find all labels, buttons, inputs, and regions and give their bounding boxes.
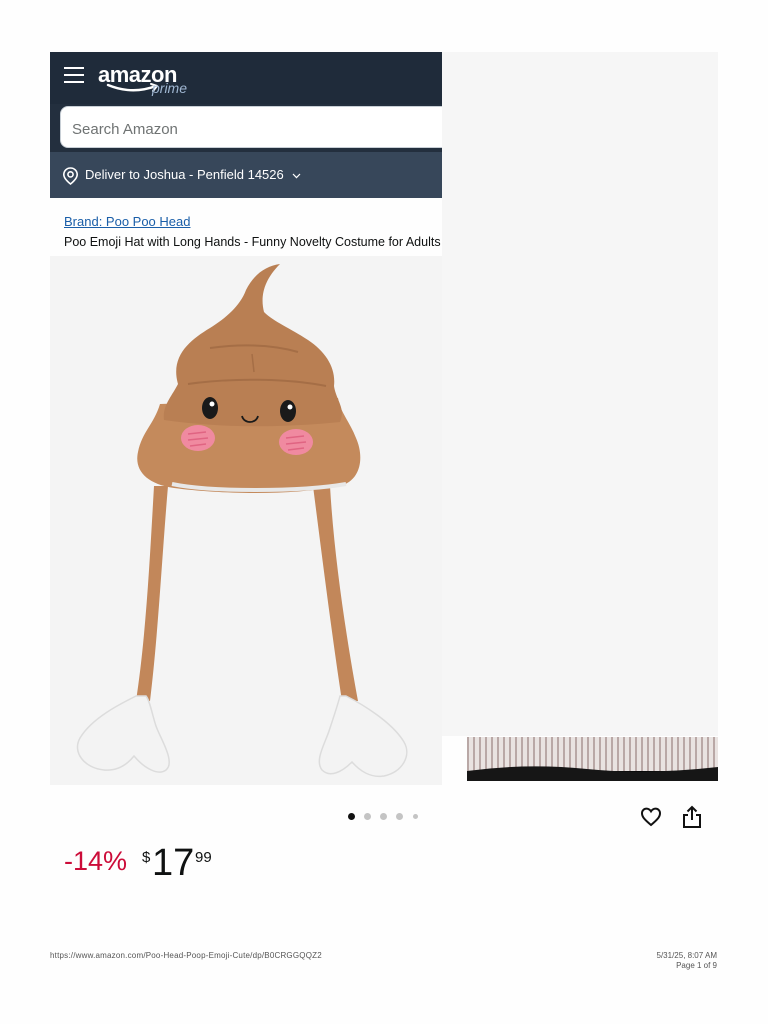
- location-pin-icon: [62, 167, 79, 185]
- pager-dot[interactable]: [364, 813, 371, 820]
- search-box[interactable]: [60, 106, 442, 148]
- page: amazon prime Deliver to Joshua - Penfiel…: [0, 0, 768, 1024]
- header: amazon prime Deliver to Joshua - Penfiel…: [50, 52, 442, 198]
- product-image[interactable]: [50, 256, 442, 785]
- print-page-number: Page 1 of 9: [676, 961, 717, 970]
- poo-hat-illustration: [76, 264, 408, 778]
- logo-prime-text: prime: [152, 80, 188, 96]
- right-blank-panel: [442, 52, 718, 736]
- deliver-to-text: Deliver to Joshua - Penfield 14526: [85, 167, 284, 182]
- heart-icon[interactable]: [640, 806, 662, 828]
- discount-percent: -14%: [64, 846, 128, 876]
- fabric-image-strip: [467, 737, 718, 781]
- pager-dot[interactable]: [413, 814, 418, 819]
- share-icon[interactable]: [682, 805, 702, 829]
- search-bar: [60, 104, 442, 148]
- pager-dot[interactable]: [348, 813, 355, 820]
- price-fraction: 99: [195, 849, 212, 866]
- pager-dot[interactable]: [396, 813, 403, 820]
- print-url: https://www.amazon.com/Poo-Head-Poop-Emo…: [50, 951, 322, 960]
- menu-icon[interactable]: [64, 67, 84, 83]
- price-currency: $: [142, 849, 151, 866]
- search-input[interactable]: [70, 117, 434, 141]
- deliver-to-bar[interactable]: Deliver to Joshua - Penfield 14526: [50, 152, 442, 198]
- amazon-prime-logo[interactable]: amazon prime: [98, 62, 198, 98]
- header-top-bar: amazon prime: [50, 52, 442, 104]
- price-whole: 17: [152, 842, 195, 884]
- brand-link[interactable]: Brand: Poo Poo Head: [64, 214, 190, 229]
- print-datetime: 5/31/25, 8:07 AM: [656, 951, 718, 960]
- chevron-down-icon: [292, 173, 301, 179]
- pager-dot[interactable]: [380, 813, 387, 820]
- product-title: Poo Emoji Hat with Long Hands - Funny No…: [64, 235, 442, 249]
